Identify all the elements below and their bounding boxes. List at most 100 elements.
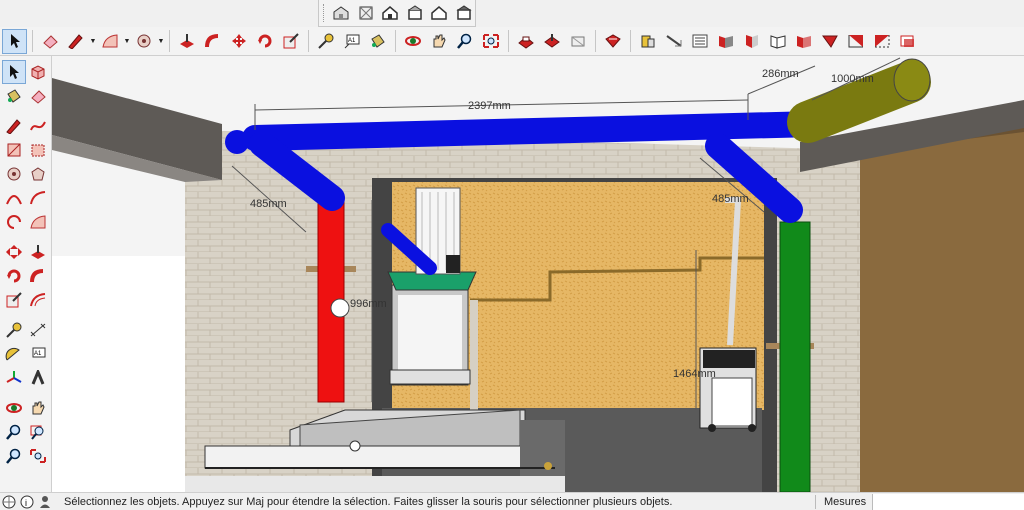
right-wall (860, 120, 1024, 492)
eraser-tool-icon[interactable] (26, 84, 50, 108)
dimension-label-red-pipe: 996mm (350, 298, 387, 310)
outliner-icon[interactable] (687, 29, 712, 54)
style-hidden-line-icon[interactable] (765, 29, 790, 54)
share-component-icon[interactable] (565, 29, 590, 54)
dimension-label-top-span: 2397mm (468, 100, 511, 112)
style-xray-icon[interactable] (843, 29, 868, 54)
zoom-extents-tool-icon[interactable] (2, 444, 26, 468)
toolbar-separator (395, 30, 396, 52)
offset-tool-icon[interactable] (26, 288, 50, 312)
select-tool-icon[interactable] (2, 60, 26, 84)
model-viewport[interactable]: 2397mm 286mm 1000mm 485mm 485mm 996mm 14… (52, 56, 1024, 492)
arc-tool-icon[interactable] (2, 186, 26, 210)
axes-tool-icon[interactable] (2, 366, 26, 390)
protractor-tool-icon[interactable] (2, 342, 26, 366)
iso-view-icon[interactable] (330, 2, 353, 24)
tape-measure-tool-icon[interactable] (2, 318, 26, 342)
three-point-arc-tool-icon[interactable] (2, 210, 26, 234)
zoom-tool-icon[interactable] (2, 420, 26, 444)
svg-text:A1: A1 (34, 351, 42, 357)
section-plane-icon[interactable] (661, 29, 686, 54)
dimension-tool-icon[interactable] (26, 318, 50, 342)
layout-icon[interactable] (635, 29, 660, 54)
style-shaded-icon[interactable] (739, 29, 764, 54)
toolbar-separator (508, 30, 509, 52)
dimension-label-vacuum: 1464mm (673, 368, 716, 380)
follow-me-tool-icon[interactable] (26, 264, 50, 288)
extension-warehouse-icon[interactable] (600, 29, 625, 54)
3d-text-tool-icon[interactable] (26, 366, 50, 390)
model-scene[interactable]: 2397mm 286mm 1000mm 485mm 485mm 996mm 14… (52, 56, 1024, 492)
share-model-icon[interactable] (539, 29, 564, 54)
scale-tool-icon[interactable] (278, 29, 303, 54)
toolbar-grip[interactable] (323, 4, 326, 22)
top-view-icon[interactable] (354, 2, 377, 24)
green-pipe[interactable] (779, 221, 811, 492)
circle-tool-icon[interactable] (131, 29, 156, 54)
push-pull-tool-icon[interactable] (26, 240, 50, 264)
pan-tool-icon[interactable] (426, 29, 451, 54)
rotate-tool-icon[interactable] (2, 264, 26, 288)
back-view-icon[interactable] (428, 2, 451, 24)
svg-text:A1: A1 (348, 38, 356, 44)
credits-icon[interactable]: i (18, 494, 36, 510)
push-pull-tool-icon[interactable] (174, 29, 199, 54)
pie-tool-icon[interactable] (26, 210, 50, 234)
shape-dropdown-icon[interactable]: ▼ (157, 30, 165, 52)
paint-bucket-tool-icon[interactable] (365, 29, 390, 54)
polygon-tool-icon[interactable] (26, 162, 50, 186)
views-toolbar (318, 0, 476, 27)
rotate-tool-icon[interactable] (252, 29, 277, 54)
pan-tool-icon[interactable] (26, 396, 50, 420)
orbit-tool-icon[interactable] (400, 29, 425, 54)
eraser-tool-icon[interactable] (37, 29, 62, 54)
dimension-label-right-drop: 485mm (712, 193, 749, 205)
style-textured-icon[interactable] (791, 29, 816, 54)
style-back-edges-icon[interactable] (869, 29, 894, 54)
style-monochrome-icon[interactable] (817, 29, 842, 54)
zoom-tool-icon[interactable] (452, 29, 477, 54)
tool-palette: A1 (0, 56, 52, 492)
user-icon[interactable] (36, 494, 54, 510)
move-tool-icon[interactable] (2, 240, 26, 264)
style-face-icon[interactable] (713, 29, 738, 54)
style-wireframe-icon[interactable] (895, 29, 920, 54)
svg-text:i: i (25, 498, 27, 508)
rotated-rectangle-tool-icon[interactable] (26, 138, 50, 162)
text-tool-icon[interactable]: A1 (339, 29, 364, 54)
orbit-tool-icon[interactable] (2, 396, 26, 420)
pencil-dropdown-icon[interactable]: ▼ (89, 30, 97, 52)
scale-tool-icon[interactable] (2, 288, 26, 312)
zoom-extents-tool-icon[interactable] (478, 29, 503, 54)
dimension-label-right-long: 1000mm (831, 73, 874, 85)
circle-tool-icon[interactable] (2, 162, 26, 186)
dimension-label-left-drop: 485mm (250, 198, 287, 210)
zoom-window-tool-icon[interactable] (26, 420, 50, 444)
warehouse-icon[interactable] (513, 29, 538, 54)
measures-divider (815, 495, 816, 509)
toolbar-separator (308, 30, 309, 52)
left-view-icon[interactable] (452, 2, 475, 24)
toolbar-separator (595, 30, 596, 52)
line-tool-icon[interactable] (2, 114, 26, 138)
pencil-tool-icon[interactable] (63, 29, 88, 54)
two-point-arc-tool-icon[interactable] (26, 186, 50, 210)
geolocation-icon[interactable] (0, 494, 18, 510)
follow-me-tool-icon[interactable] (200, 29, 225, 54)
select-tool-icon[interactable] (2, 28, 27, 54)
arc-tool-icon[interactable] (97, 29, 122, 54)
dimension-label-right-short: 286mm (762, 68, 799, 80)
measures-input[interactable] (872, 494, 1024, 510)
tape-measure-tool-icon[interactable] (313, 29, 338, 54)
text-tool-icon[interactable]: A1 (26, 342, 50, 366)
arc-dropdown-icon[interactable]: ▼ (123, 30, 131, 52)
toolbar-separator (630, 30, 631, 52)
paint-bucket-tool-icon[interactable] (2, 84, 26, 108)
freehand-tool-icon[interactable] (26, 114, 50, 138)
previous-view-icon[interactable] (26, 444, 50, 468)
front-view-icon[interactable] (379, 2, 402, 24)
rectangle-tool-icon[interactable] (2, 138, 26, 162)
right-view-icon[interactable] (403, 2, 426, 24)
make-component-icon[interactable] (26, 60, 50, 84)
move-tool-icon[interactable] (226, 29, 251, 54)
